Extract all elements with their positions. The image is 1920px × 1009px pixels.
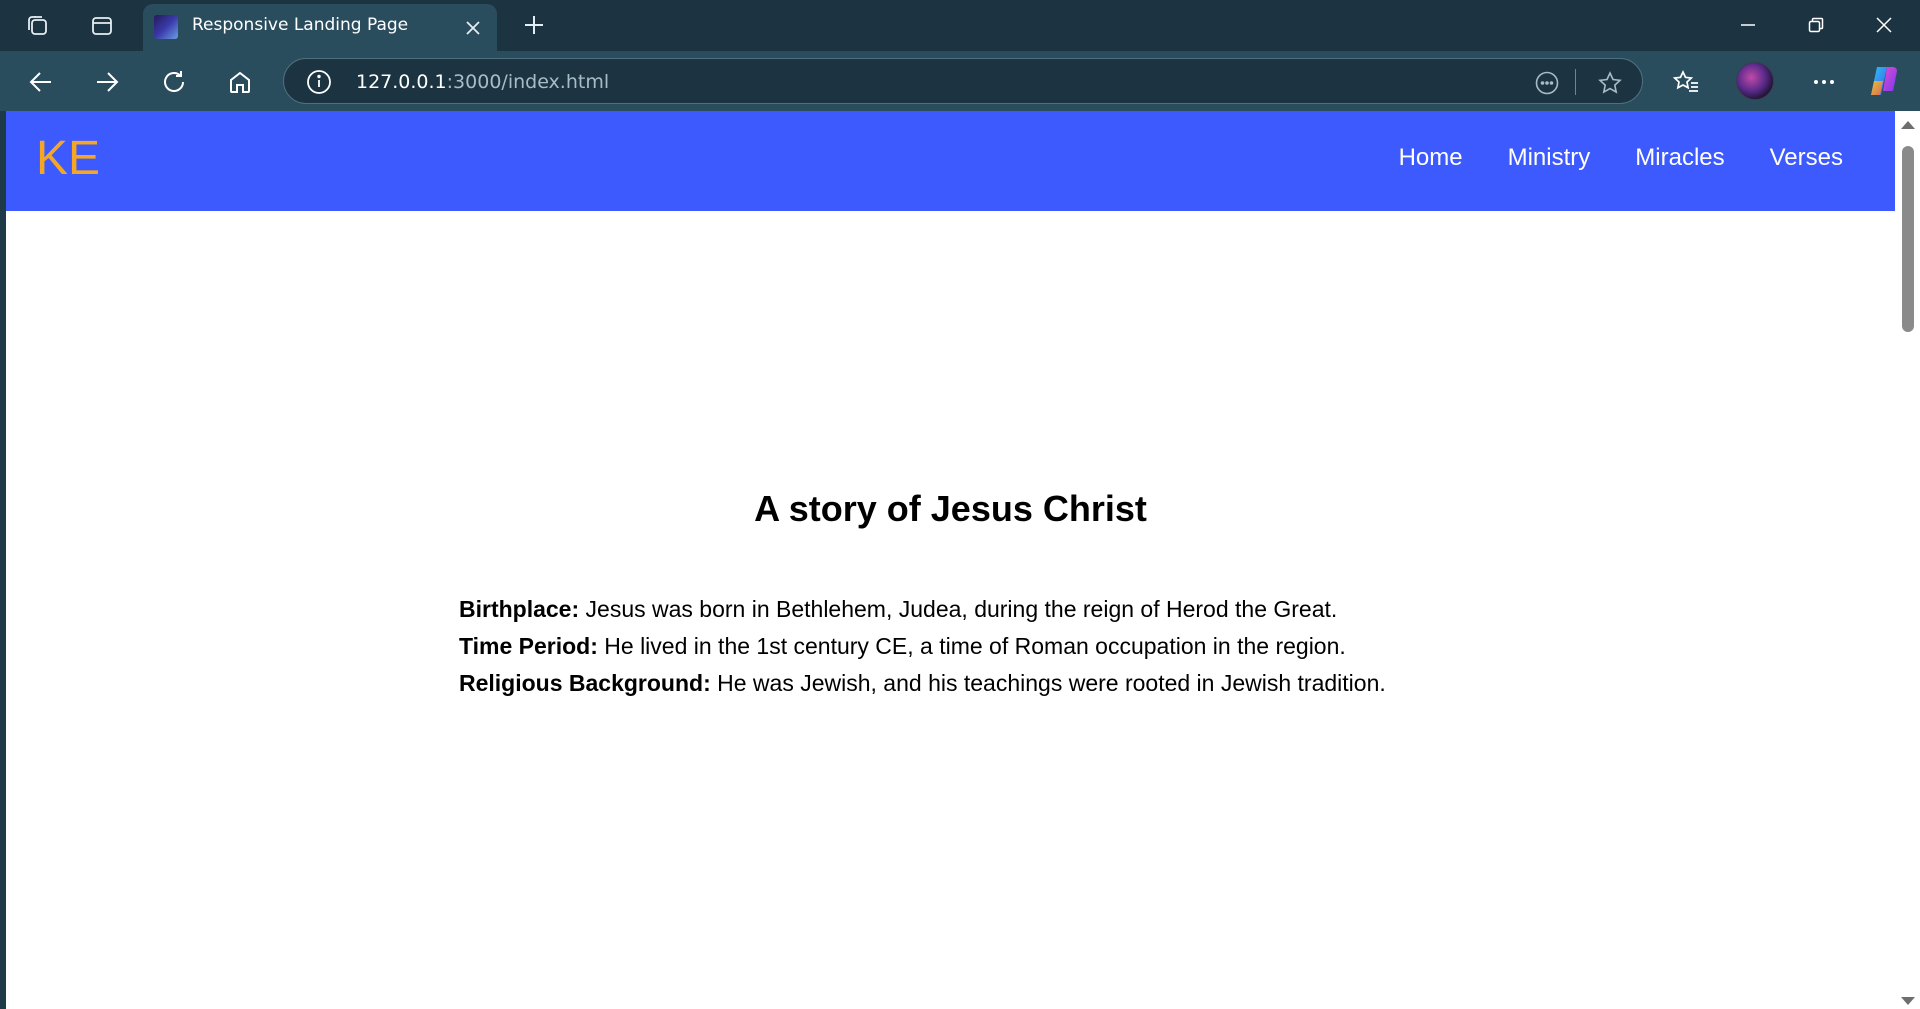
profile-avatar[interactable] — [1736, 62, 1774, 100]
nav-link-ministry[interactable]: Ministry — [1508, 146, 1591, 170]
workspaces-icon[interactable] — [22, 10, 54, 42]
forward-button[interactable] — [88, 63, 126, 101]
info-icon[interactable] — [306, 69, 332, 95]
page-scrollbar[interactable] — [1895, 111, 1920, 1009]
fact-text: Jesus was born in Bethlehem, Judea, duri… — [579, 596, 1338, 622]
minimize-button[interactable] — [1720, 6, 1776, 44]
favorites-icon[interactable] — [1668, 64, 1704, 100]
nav-link-home[interactable]: Home — [1399, 146, 1463, 170]
new-tab-button[interactable] — [518, 9, 550, 41]
tab-title: Responsive Landing Page — [192, 15, 409, 35]
site-logo[interactable]: KE — [36, 135, 100, 183]
fact-text: He was Jewish, and his teachings were ro… — [710, 670, 1386, 696]
page-viewport: KE Home Ministry Miracles Verses A story… — [6, 111, 1920, 1009]
fact-time-period: Time Period: He lived in the 1st century… — [459, 628, 1386, 665]
url-path: :3000/index.html — [446, 71, 610, 93]
page-title: A story of Jesus Christ — [754, 488, 1147, 529]
fact-text: He lived in the 1st century CE, a time o… — [597, 633, 1346, 659]
url-text[interactable]: 127.0.0.1:3000/index.html — [356, 71, 609, 93]
scrollbar-thumb[interactable] — [1902, 146, 1914, 332]
address-separator — [1575, 69, 1576, 95]
favorite-star-icon[interactable] — [1596, 69, 1624, 97]
site-header: KE Home Ministry Miracles Verses — [6, 111, 1895, 211]
read-aloud-icon[interactable] — [1533, 69, 1561, 97]
scroll-down-arrow-icon[interactable] — [1901, 997, 1915, 1005]
browser-tab-bar: Responsive Landing Page — [0, 0, 1920, 51]
restore-button[interactable] — [1788, 6, 1844, 44]
more-options-icon[interactable] — [1806, 64, 1842, 100]
url-host: 127.0.0.1 — [356, 71, 447, 93]
nav-link-miracles[interactable]: Miracles — [1635, 146, 1724, 170]
fact-label: Time Period: — [459, 633, 598, 659]
tab-actions-icon[interactable] — [86, 10, 118, 42]
address-bar[interactable]: 127.0.0.1:3000/index.html — [283, 58, 1643, 104]
scroll-up-arrow-icon[interactable] — [1901, 121, 1915, 129]
fact-birthplace: Birthplace: Jesus was born in Bethlehem,… — [459, 591, 1386, 628]
active-tab[interactable]: Responsive Landing Page — [143, 4, 497, 51]
copilot-icon[interactable] — [1867, 64, 1901, 98]
refresh-button[interactable] — [155, 63, 193, 101]
fact-label: Birthplace: — [459, 596, 580, 622]
facts-list: Birthplace: Jesus was born in Bethlehem,… — [459, 591, 1386, 702]
back-button[interactable] — [22, 63, 60, 101]
site-nav: Home Ministry Miracles Verses — [1399, 146, 1843, 170]
fact-religious-background: Religious Background: He was Jewish, and… — [459, 665, 1386, 702]
browser-toolbar: 127.0.0.1:3000/index.html — [0, 51, 1920, 111]
nav-link-verses[interactable]: Verses — [1770, 146, 1843, 170]
fact-label: Religious Background: — [459, 670, 711, 696]
close-icon[interactable] — [461, 16, 485, 40]
close-window-button[interactable] — [1856, 6, 1912, 44]
home-button[interactable] — [221, 63, 259, 101]
tab-favicon — [154, 15, 178, 39]
